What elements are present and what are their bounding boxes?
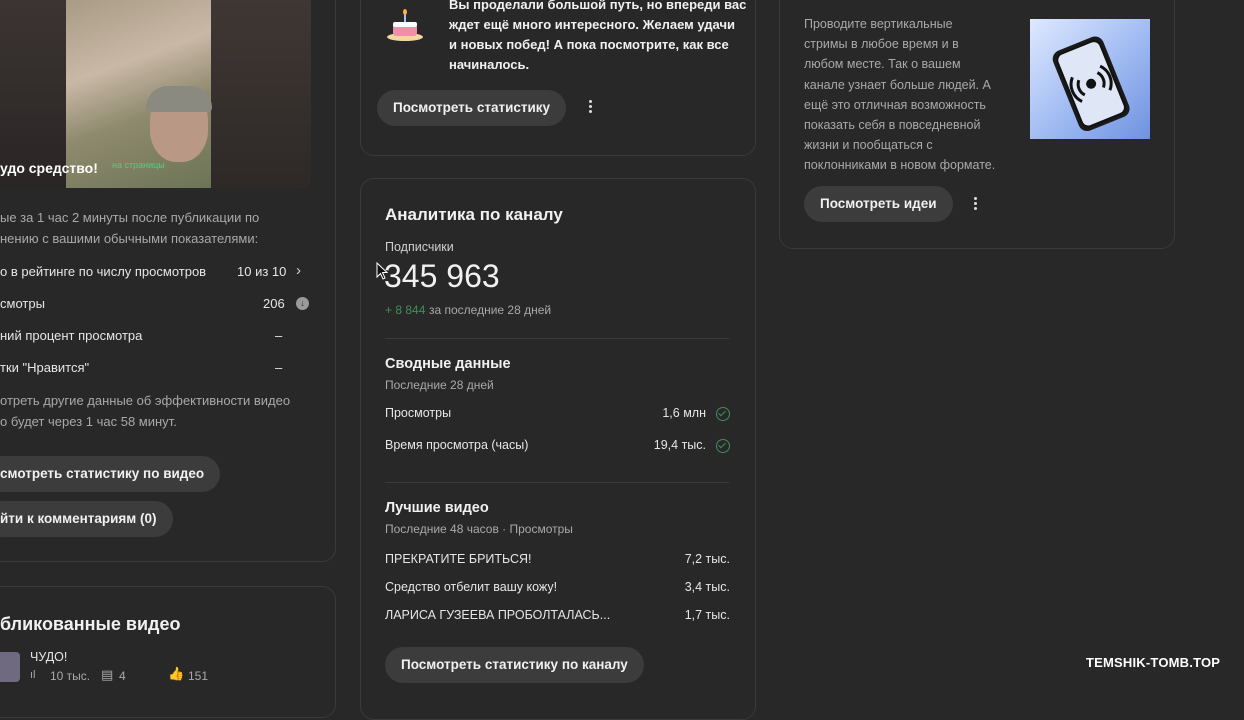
metric-row-rank[interactable]: о в рейтинге по числу просмотров 10 из 1… (0, 262, 310, 282)
thumbs-up-icon: 👍 (168, 666, 185, 681)
metric-row-likes: тки "Нравится" – (0, 358, 310, 378)
vertical-stream-desc: Проводите вертикальные стримы в любое вр… (804, 14, 1019, 176)
congrats-line-3: и новых побед! А пока посмотрите, как вс… (449, 37, 729, 52)
subscribers-label: Подписчики (385, 240, 454, 254)
view-video-stats-button[interactable]: смотреть статистику по видео (0, 456, 221, 492)
thumbnail-caption: удо средство! (0, 160, 98, 176)
top-videos-title: Лучшие видео (385, 500, 489, 516)
thumbnail-scarf (146, 86, 212, 112)
go-to-comments-button[interactable]: йти к комментариям (0) (0, 501, 173, 537)
intro-line-1: ые за 1 час 2 минуты после публикации по (0, 210, 260, 225)
check-icon (716, 407, 730, 421)
summary-row-views: Просмотры 1,6 млн (385, 404, 730, 424)
chevron-right-icon: › (296, 262, 301, 279)
video-item-comments: 4 (119, 669, 126, 683)
top-video-title: ЛАРИСА ГУЗЕЕВА ПРОБОЛТАЛАСЬ... (385, 608, 611, 622)
more-options-icon[interactable] (972, 195, 978, 215)
subscribers-count: 345 963 (384, 258, 500, 294)
desc-line: стримы в любое время и в (804, 37, 959, 52)
top-video-views: 7,2 тыс. (684, 552, 730, 566)
top-video-row[interactable]: ЛАРИСА ГУЗЕЕВА ПРОБОЛТАЛАСЬ... 1,7 тыс. (385, 606, 730, 626)
summary-row-label: Время просмотра (часы) (385, 438, 529, 452)
top-video-row[interactable]: ПРЕКРАТИТЕ БРИТЬСЯ! 7,2 тыс. (385, 550, 730, 570)
top-video-views: 3,4 тыс. (684, 580, 730, 594)
metric-value: 206 (263, 296, 285, 311)
video-item-likes: 151 (188, 669, 209, 683)
metric-row-views: смотры 206 ↓ (0, 294, 310, 314)
subscribers-delta: + 8 844 (385, 303, 426, 317)
congrats-line-2: ждет ещё много интересного. Желаем удачи (449, 17, 735, 32)
view-ideas-button[interactable]: Посмотреть идеи (804, 186, 953, 222)
metric-label: тки "Нравится" (0, 360, 90, 375)
top-video-views: 1,7 тыс. (684, 608, 730, 622)
metric-label: о в рейтинге по числу просмотров (0, 264, 207, 279)
desc-line: ещё это отличная возможность (804, 97, 986, 112)
desc-line: канале узнает больше людей. А (804, 77, 991, 92)
top-video-title: ПРЕКРАТИТЕ БРИТЬСЯ! (385, 552, 532, 566)
summary-title: Сводные данные (385, 356, 511, 372)
desc-line: жизни и пообщаться с (804, 138, 933, 153)
cake-icon (385, 8, 425, 42)
top-video-title: Средство отбелит вашу кожу! (385, 580, 558, 594)
desc-line: показать себя в повседневной (804, 118, 981, 133)
watermark: TEMSHIK-TOMB.TOP (1086, 655, 1221, 670)
thumbnail-right-panel (211, 0, 311, 188)
top-videos-period: Последние 48 часов · Просмотры (385, 522, 573, 536)
view-stats-button[interactable]: Посмотреть статистику (377, 90, 567, 126)
video-item-thumbnail (0, 652, 20, 682)
subscribers-delta-period: за последние 28 дней (429, 303, 552, 317)
analytics-title: Аналитика по каналу (385, 205, 563, 224)
congrats-line-4: начиналось. (449, 57, 530, 72)
summary-row-watch-time: Время просмотра (часы) 19,4 тыс. (385, 436, 730, 456)
view-channel-stats-button[interactable]: Посмотреть статистику по каналу (385, 647, 644, 683)
views-icon: ıl (30, 669, 36, 681)
video-item-title: ЧУДО! (30, 650, 68, 664)
metric-value: 10 из 10 (237, 264, 287, 279)
desc-line: любом месте. Так о вашем (804, 57, 961, 72)
phone-stream-illustration (1030, 19, 1150, 139)
video-item-views: 10 тыс. (50, 669, 91, 683)
video-item[interactable]: ЧУДО! ıl 10 тыс. ▤ 4 👍 151 (0, 648, 320, 688)
metric-value: – (275, 360, 283, 375)
metric-value: – (275, 328, 283, 343)
summary-row-value: 19,4 тыс. (653, 438, 706, 452)
info-down-icon[interactable]: ↓ (296, 297, 309, 310)
intro-line-2: нению с вашими обычными показателями: (0, 231, 259, 246)
metric-row-avg-percent: ний процент просмотра – (0, 326, 310, 346)
more-options-icon[interactable] (587, 98, 593, 118)
congrats-line-1: Вы проделали большой путь, но впереди ва… (449, 0, 747, 12)
desc-line: Проводите вертикальные (804, 17, 953, 31)
note-line-2: о будет через 1 час 58 минут. (0, 414, 177, 429)
summary-row-value: 1,6 млн (662, 406, 706, 420)
comment-icon: ▤ (101, 667, 114, 682)
divider (385, 338, 729, 339)
note-line-1: отреть другие данные об эффективности ви… (0, 393, 291, 408)
desc-line: поклонниками в новом формате. (804, 158, 996, 173)
summary-period: Последние 28 дней (385, 378, 494, 392)
metric-label: ний процент просмотра (0, 328, 143, 343)
divider (385, 482, 729, 483)
published-videos-title: бликованные видео (0, 614, 181, 634)
metric-label: смотры (0, 296, 45, 311)
summary-row-label: Просмотры (385, 406, 452, 420)
mouse-cursor-icon (376, 261, 389, 280)
top-video-row[interactable]: Средство отбелит вашу кожу! 3,4 тыс. (385, 578, 730, 598)
thumbnail-badge: на страницы (112, 160, 165, 170)
video-thumbnail[interactable]: на страницы удо средство! (0, 0, 311, 188)
check-icon (716, 439, 730, 453)
